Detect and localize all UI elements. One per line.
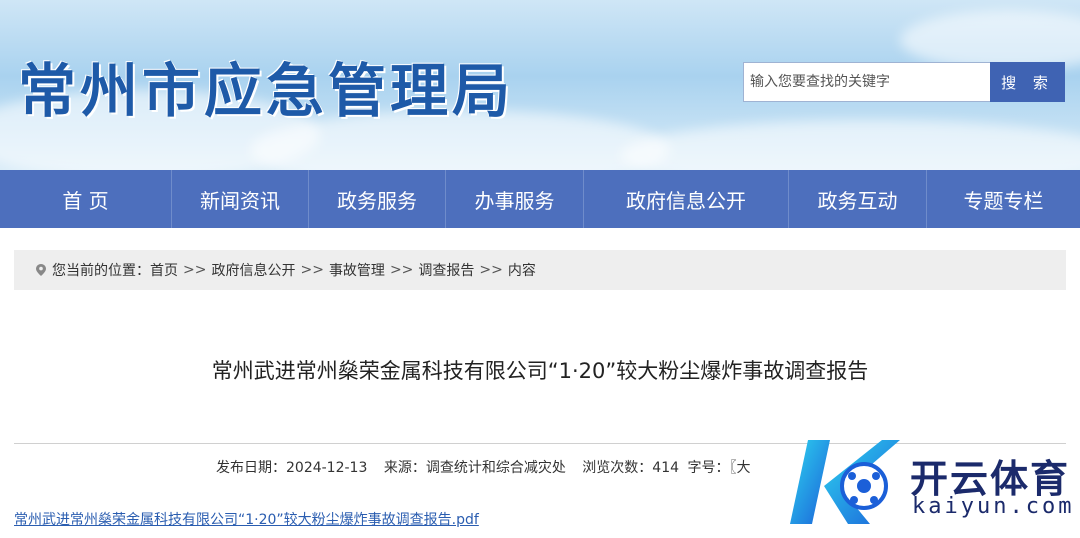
search-box: 搜 索: [743, 62, 1065, 102]
breadcrumb-item-accident-management[interactable]: 事故管理: [329, 260, 385, 280]
search-button[interactable]: 搜 索: [990, 62, 1065, 102]
breadcrumb-separator: >>: [300, 262, 324, 278]
source: 来源：调查统计和综合减灾处: [384, 460, 566, 476]
banner-cloud: [900, 10, 1080, 70]
publish-date: 发布日期：2024-12-13: [216, 460, 367, 476]
nav-item-interaction[interactable]: 政务互动: [789, 170, 927, 228]
site-title[interactable]: 常州市应急管理局: [18, 44, 514, 128]
breadcrumb-item-content: 内容: [507, 263, 536, 279]
main-nav: 首 页 新闻资讯 政务服务 办事服务 政府信息公开 政务互动 专题专栏: [0, 170, 1080, 228]
banner-cloud: [620, 120, 1080, 170]
header-banner: 常州市应急管理局 搜 索: [0, 0, 1080, 170]
publish-date-value: 2024-12-13: [286, 460, 368, 476]
publish-date-label: 发布日期：: [216, 460, 286, 476]
article-meta: 发布日期：2024-12-13 来源：调查统计和综合减灾处 浏览次数：414 字…: [216, 457, 762, 477]
breadcrumb-separator: >>: [183, 262, 207, 278]
breadcrumb-item-investigation-reports[interactable]: 调查报告: [418, 260, 474, 280]
font-size-label: 字号：: [687, 460, 730, 476]
nav-item-office-services[interactable]: 办事服务: [446, 170, 584, 228]
article-title: 常州武进常州燊荣金属科技有限公司“1·20”较大粉尘爆炸事故调查报告: [211, 359, 869, 383]
breadcrumb-separator: >>: [479, 262, 503, 278]
nav-item-news[interactable]: 新闻资讯: [172, 170, 309, 228]
breadcrumb-item-home[interactable]: 首页: [150, 260, 178, 280]
nav-item-home[interactable]: 首 页: [0, 170, 172, 228]
view-count-value: 414: [652, 460, 680, 476]
nav-item-info-disclosure[interactable]: 政府信息公开: [584, 170, 789, 228]
breadcrumb-prefix: 您当前的位置：: [52, 263, 150, 279]
source-label: 来源：: [383, 460, 426, 476]
view-count: 浏览次数：414: [582, 460, 679, 476]
font-size-control: 字号：〖大: [687, 460, 750, 476]
source-value: 调查统计和综合减灾处: [425, 460, 566, 476]
nav-item-gov-services[interactable]: 政务服务: [309, 170, 446, 228]
attachment-pdf-link[interactable]: 常州武进常州燊荣金属科技有限公司“1·20”较大粉尘爆炸事故调查报告.pdf: [14, 509, 479, 529]
breadcrumb: 您当前的位置： 首页 >> 政府信息公开 >> 事故管理 >> 调查报告 >> …: [14, 250, 1066, 290]
view-count-label: 浏览次数：: [582, 460, 653, 476]
search-input[interactable]: [744, 63, 1002, 101]
location-pin-icon: [36, 264, 46, 276]
font-size-large[interactable]: 〖大: [729, 460, 750, 476]
breadcrumb-item-info-disclosure[interactable]: 政府信息公开: [211, 260, 295, 280]
nav-item-special-topics[interactable]: 专题专栏: [927, 170, 1080, 228]
breadcrumb-separator: >>: [389, 262, 414, 278]
watermark-domain: kaiyun.com: [912, 494, 1075, 519]
